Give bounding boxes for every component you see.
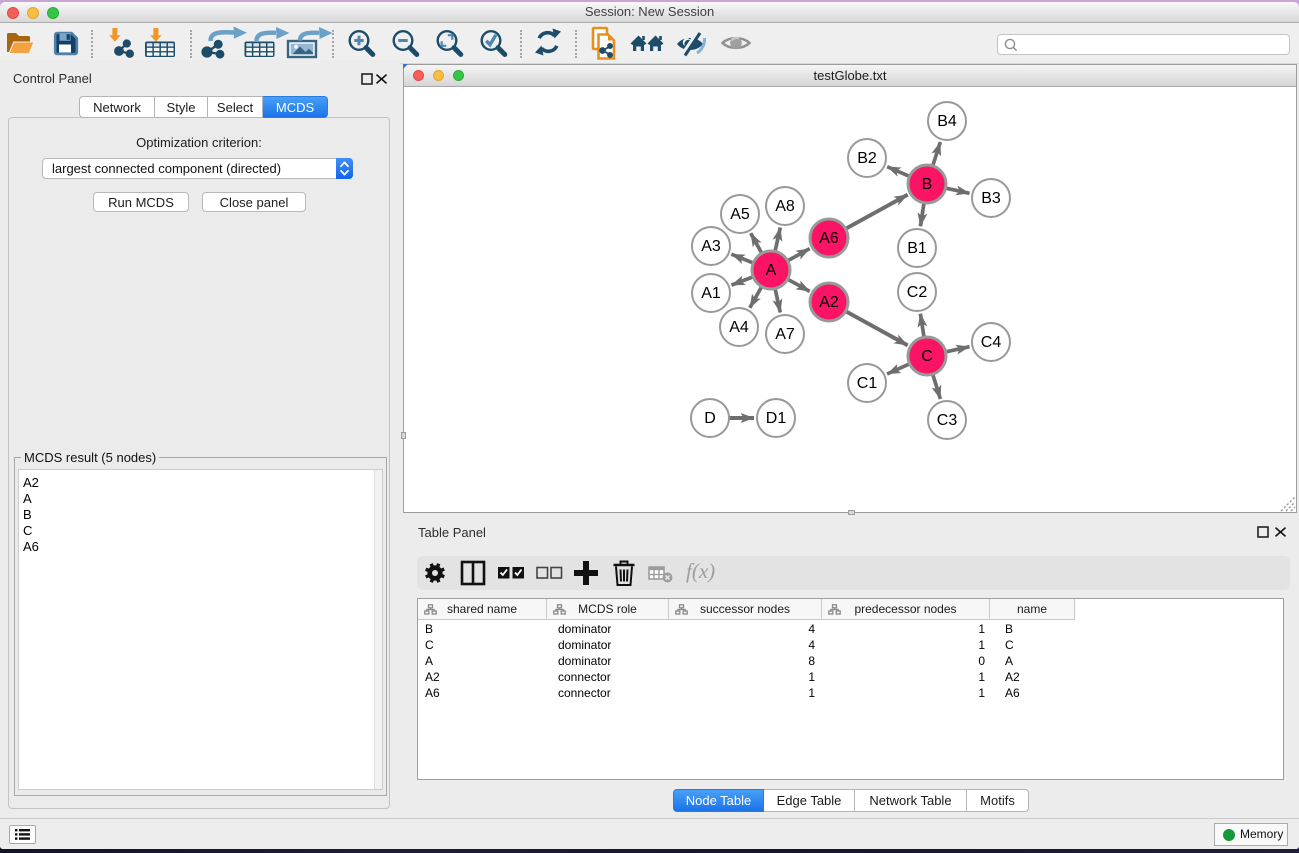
svg-text:B3: B3 xyxy=(981,190,1001,207)
svg-text:C2: C2 xyxy=(907,284,928,301)
svg-text:C4: C4 xyxy=(981,334,1002,351)
svg-text:B4: B4 xyxy=(937,113,957,130)
svg-text:A8: A8 xyxy=(775,198,795,215)
svg-text:A2: A2 xyxy=(819,294,839,311)
svg-text:A4: A4 xyxy=(729,319,749,336)
svg-text:B: B xyxy=(922,176,933,193)
svg-text:C: C xyxy=(921,348,933,365)
svg-text:A6: A6 xyxy=(819,230,839,247)
svg-text:C1: C1 xyxy=(857,375,878,392)
svg-text:B1: B1 xyxy=(907,240,927,257)
svg-text:A7: A7 xyxy=(775,326,795,343)
svg-text:A3: A3 xyxy=(701,238,721,255)
svg-text:A: A xyxy=(766,262,777,279)
svg-text:A5: A5 xyxy=(730,206,750,223)
svg-text:A1: A1 xyxy=(701,285,721,302)
svg-text:C3: C3 xyxy=(937,412,958,429)
svg-text:B2: B2 xyxy=(857,150,877,167)
svg-text:D1: D1 xyxy=(766,410,787,427)
svg-text:D: D xyxy=(704,410,716,427)
